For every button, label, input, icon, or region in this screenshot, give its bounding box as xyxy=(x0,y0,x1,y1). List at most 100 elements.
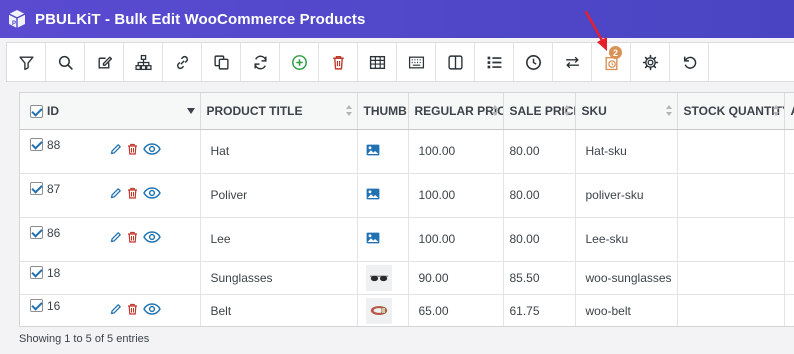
table-row[interactable]: 86 Lee 100.00 80.00 Lee-sku xyxy=(20,217,794,262)
list-button[interactable] xyxy=(475,43,514,81)
thumb-cell[interactable] xyxy=(357,217,409,262)
hierarchy-icon xyxy=(134,54,152,70)
thumb-cell[interactable] xyxy=(357,129,409,174)
stock-quantity-cell[interactable] xyxy=(677,217,785,262)
delete-trash-icon[interactable] xyxy=(127,143,138,155)
sku-cell[interactable]: woo-belt xyxy=(575,294,678,326)
sale-price-cell[interactable]: 85.50 xyxy=(503,261,576,295)
sort-icon[interactable] xyxy=(491,105,499,117)
edit-pencil-icon[interactable] xyxy=(110,143,122,155)
product-title-cell[interactable]: Hat xyxy=(200,129,358,174)
sku-cell[interactable]: Lee-sku xyxy=(575,217,678,262)
column-header-title[interactable]: PRODUCT TITLE xyxy=(200,93,358,130)
column-header-thumb[interactable]: THUMB xyxy=(357,93,409,130)
schedule-button[interactable] xyxy=(514,43,553,81)
regular-price-cell[interactable]: 65.00 xyxy=(408,294,504,326)
sort-icon[interactable] xyxy=(345,105,353,117)
swap-button[interactable] xyxy=(553,43,592,81)
thumb-cell[interactable] xyxy=(357,261,409,295)
next-column-cell[interactable] xyxy=(784,217,794,262)
search-button[interactable] xyxy=(46,43,85,81)
settings-button[interactable] xyxy=(631,43,670,81)
sku-cell[interactable]: Hat-sku xyxy=(575,129,678,174)
delete-trash-icon[interactable] xyxy=(127,231,138,243)
table-row[interactable]: 16 Belt 65.00 61.75 woo-belt xyxy=(20,294,794,326)
row-checkbox[interactable] xyxy=(30,266,43,279)
edit-pencil-icon[interactable] xyxy=(110,303,122,315)
bulk-edit-button[interactable] xyxy=(85,43,124,81)
sort-icon[interactable] xyxy=(665,105,673,117)
duplicate-button[interactable] xyxy=(202,43,241,81)
edit-icon xyxy=(97,55,112,69)
filter-button[interactable] xyxy=(7,43,46,81)
sku-cell[interactable]: woo-sunglasses xyxy=(575,261,678,295)
reload-button[interactable] xyxy=(241,43,280,81)
image-placeholder-icon[interactable] xyxy=(366,232,380,244)
view-eye-icon[interactable] xyxy=(143,230,161,243)
table-row[interactable]: 87 Poliver 100.00 80.00 poliver-sku xyxy=(20,173,794,218)
stock-quantity-cell[interactable] xyxy=(677,173,785,218)
view-eye-icon[interactable] xyxy=(143,186,161,199)
add-product-button[interactable] xyxy=(280,43,319,81)
next-column-cell[interactable] xyxy=(784,261,794,295)
sort-icon[interactable] xyxy=(563,105,571,117)
table-row[interactable]: 18 Sunglasses 90.00 85.50 woo-sunglasses xyxy=(20,261,794,295)
row-checkbox[interactable] xyxy=(30,299,43,312)
column-header-stock-quantity[interactable]: STOCK QUANTITY xyxy=(677,93,785,130)
image-placeholder-icon[interactable] xyxy=(366,144,380,156)
row-checkbox[interactable] xyxy=(30,138,43,151)
regular-price-cell[interactable]: 100.00 xyxy=(408,217,504,262)
keyboard-button[interactable] xyxy=(397,43,436,81)
sale-price: 80.00 xyxy=(509,232,540,246)
clock-icon xyxy=(525,54,541,70)
table-row[interactable]: 88 Hat 100.00 80.00 Hat-sku xyxy=(20,129,794,174)
thumb-cell[interactable] xyxy=(357,294,409,326)
delete-button[interactable] xyxy=(319,43,358,81)
table-view-button[interactable] xyxy=(358,43,397,81)
product-title-cell[interactable]: Belt xyxy=(200,294,358,326)
column-header-id[interactable]: ID xyxy=(20,93,201,130)
edit-pencil-icon[interactable] xyxy=(110,187,122,199)
select-all-checkbox[interactable] xyxy=(30,104,43,118)
stock-quantity-cell[interactable] xyxy=(677,129,785,174)
delete-trash-icon[interactable] xyxy=(127,187,138,199)
sku-cell[interactable]: poliver-sku xyxy=(575,173,678,218)
delete-trash-icon[interactable] xyxy=(127,303,138,315)
stock-quantity-cell[interactable] xyxy=(677,294,785,326)
product-title-cell[interactable]: Lee xyxy=(200,217,358,262)
product-title-cell[interactable]: Poliver xyxy=(200,173,358,218)
sunglasses-thumbnail-icon[interactable] xyxy=(365,264,392,291)
sale-price-cell[interactable]: 80.00 xyxy=(503,217,576,262)
edit-pencil-icon[interactable] xyxy=(110,231,122,243)
history-button[interactable]: 2 xyxy=(592,43,631,81)
sort-icon[interactable] xyxy=(772,105,780,117)
sale-price-cell[interactable]: 80.00 xyxy=(503,173,576,218)
row-checkbox[interactable] xyxy=(30,182,43,195)
row-checkbox[interactable] xyxy=(30,226,43,239)
sale-price-cell[interactable]: 61.75 xyxy=(503,294,576,326)
regular-price-cell[interactable]: 100.00 xyxy=(408,173,504,218)
column-header-regular-price[interactable]: REGULAR PRICE xyxy=(408,93,504,130)
image-placeholder-icon[interactable] xyxy=(366,188,380,200)
columns-button[interactable] xyxy=(436,43,475,81)
next-column-cell[interactable] xyxy=(784,294,794,326)
stock-quantity-cell[interactable] xyxy=(677,261,785,295)
id-cell: 86 xyxy=(20,217,201,262)
sort-desc-icon[interactable] xyxy=(186,108,195,114)
column-header-sku[interactable]: SKU xyxy=(575,93,678,130)
view-eye-icon[interactable] xyxy=(143,142,161,155)
sale-price-cell[interactable]: 80.00 xyxy=(503,129,576,174)
next-column-cell[interactable] xyxy=(784,173,794,218)
column-header-next[interactable]: A xyxy=(784,93,794,130)
product-title-cell[interactable]: Sunglasses xyxy=(200,261,358,295)
next-column-cell[interactable] xyxy=(784,129,794,174)
undo-button[interactable] xyxy=(670,43,709,81)
belt-thumbnail-icon[interactable] xyxy=(365,297,392,324)
thumb-cell[interactable] xyxy=(357,173,409,218)
view-eye-icon[interactable] xyxy=(143,302,161,315)
link-button[interactable] xyxy=(163,43,202,81)
taxonomy-button[interactable] xyxy=(124,43,163,81)
regular-price-cell[interactable]: 100.00 xyxy=(408,129,504,174)
column-header-sale-price[interactable]: SALE PRICE xyxy=(503,93,576,130)
regular-price-cell[interactable]: 90.00 xyxy=(408,261,504,295)
